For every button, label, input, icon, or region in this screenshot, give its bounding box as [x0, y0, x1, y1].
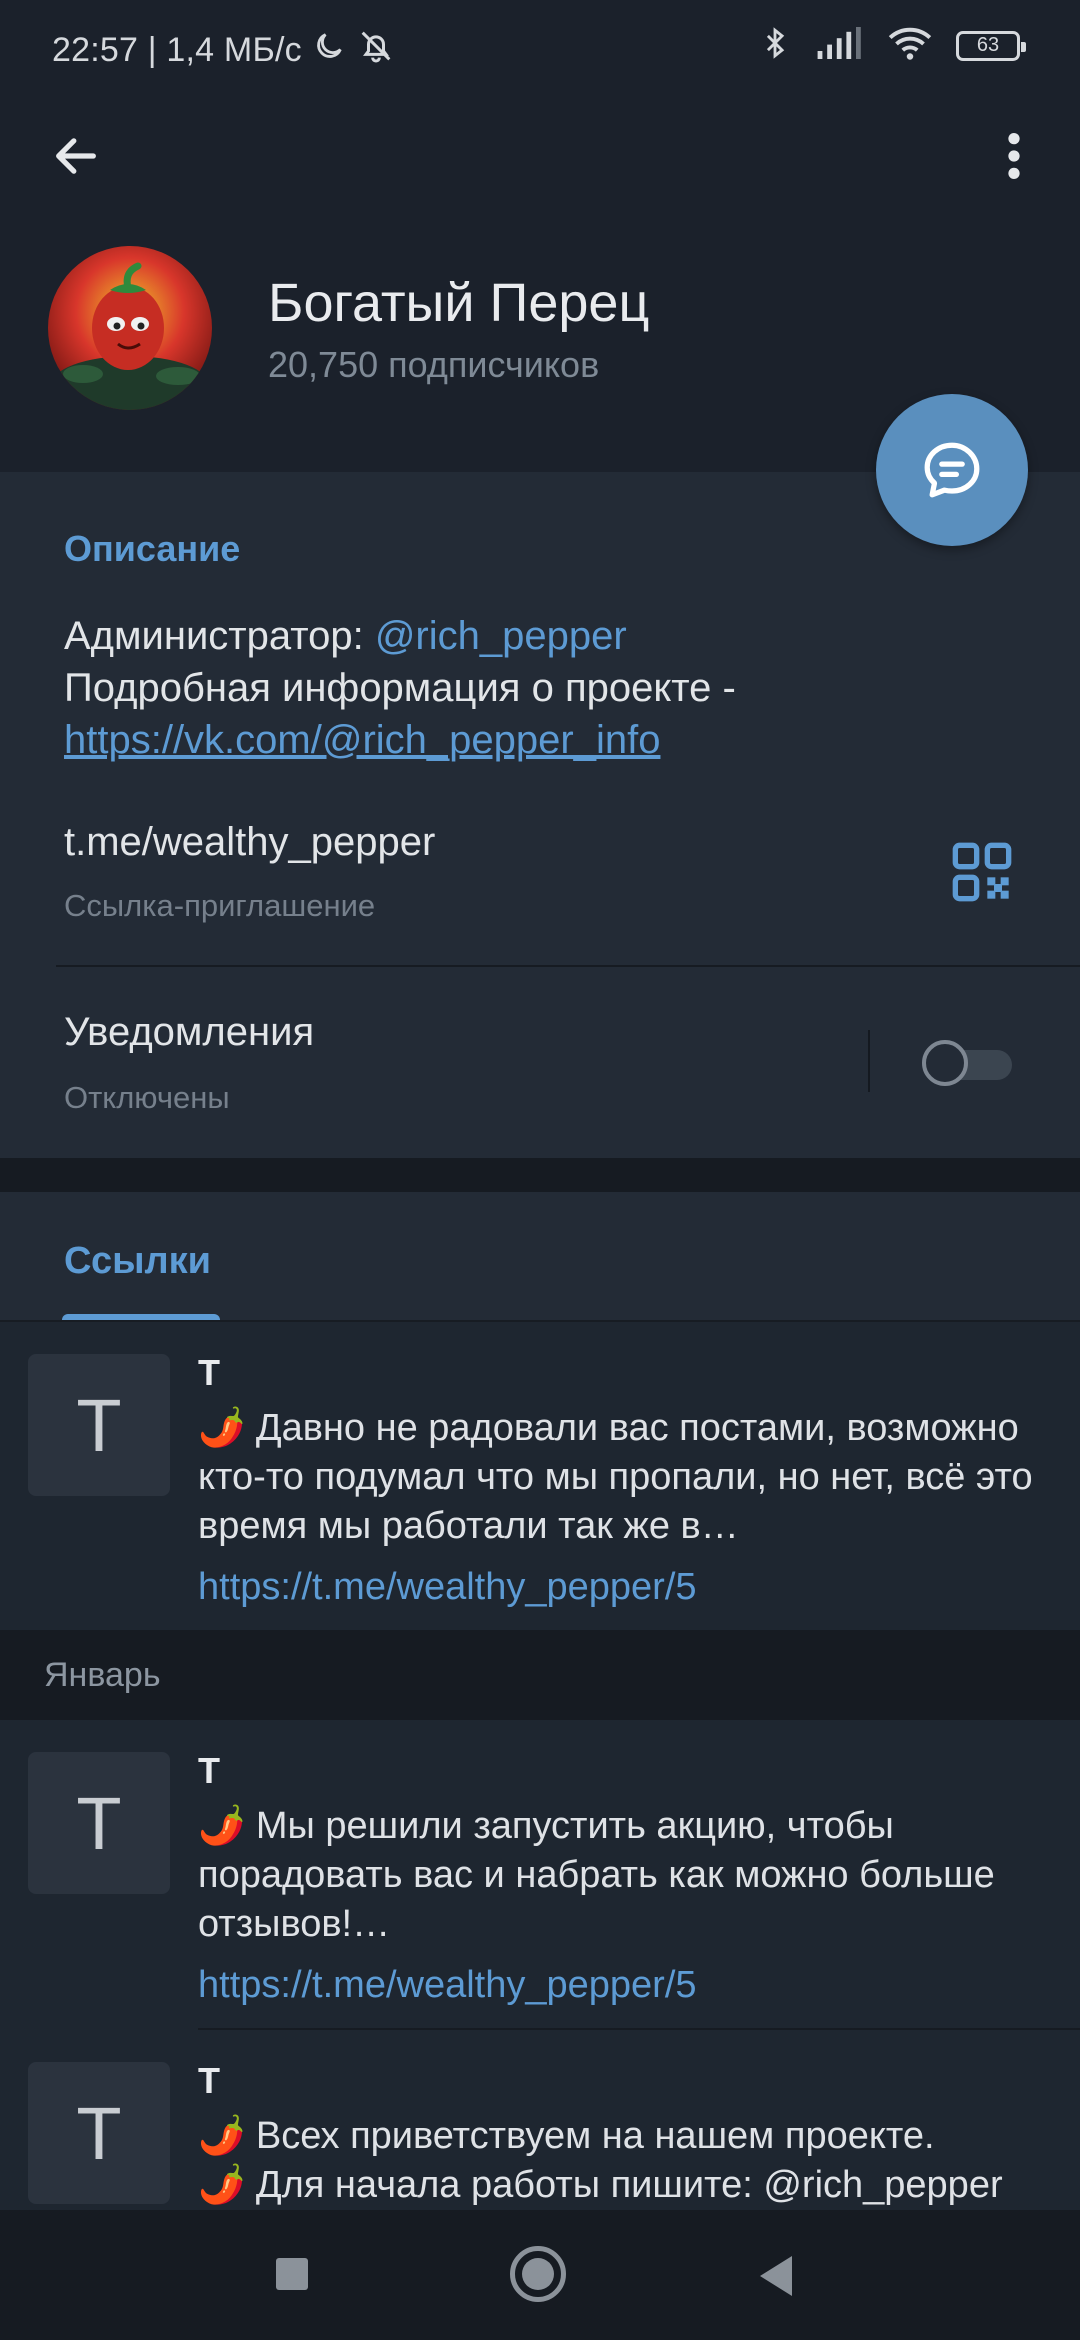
details-link[interactable]: https://vk.com/@rich_pepper_info — [64, 718, 660, 762]
message-fab-button[interactable] — [876, 394, 1028, 546]
list-item[interactable]: T T 🌶️ Давно не радовали вас постами, во… — [0, 1322, 1080, 1630]
link-thumbnail: T — [28, 2062, 170, 2204]
chat-bubble-icon — [924, 442, 980, 498]
link-title: T — [198, 1352, 220, 1393]
list-item[interactable]: T T 🌶️ Всех приветствуем на нашем проект… — [0, 2030, 1080, 2210]
home-icon — [522, 2258, 554, 2290]
month-label: Январь — [44, 1656, 161, 1694]
link-text: 🌶️ Давно не радовали вас постами, возмож… — [198, 1407, 1033, 1547]
tab-links[interactable]: Ссылки — [64, 1240, 211, 1283]
battery-level: 63 — [976, 34, 1000, 56]
back-button[interactable] — [40, 120, 112, 192]
home-button[interactable] — [510, 2246, 566, 2302]
toggle-thumb — [922, 1040, 968, 1086]
section-gap — [0, 1158, 1080, 1192]
admin-prefix: Администратор: — [64, 614, 375, 658]
qr-code-icon — [952, 842, 1012, 902]
alarm-off-icon — [356, 26, 396, 75]
bluetooth-icon — [758, 24, 792, 67]
list-item[interactable]: T T 🌶️ Мы решили запустить акцию, чтобы … — [0, 1720, 1080, 2030]
channel-avatar[interactable] — [48, 246, 212, 410]
invite-link[interactable]: t.me/wealthy_pepper — [64, 820, 435, 865]
admin-mention-link[interactable]: @rich_pepper — [375, 614, 627, 658]
vertical-separator — [868, 1030, 870, 1092]
description-text: Администратор: @rich_pepper Подробная ин… — [64, 610, 1024, 766]
invite-link-label: Ссылка-приглашение — [64, 888, 376, 923]
status-left: 22:57 | 1,4 МБ/с — [52, 26, 396, 75]
link-text: 🌶️ Мы решили запустить акцию, чтобы пора… — [198, 1805, 995, 1945]
status-right: 63 — [758, 24, 1026, 67]
status-time-speed: 22:57 | 1,4 МБ/с — [52, 31, 302, 69]
qr-code-button[interactable] — [950, 840, 1014, 904]
link-title: T — [198, 2060, 220, 2101]
notifications-label[interactable]: Уведомления — [64, 1010, 314, 1055]
system-back-button[interactable] — [760, 2256, 792, 2296]
month-header — [0, 1630, 1080, 1720]
channel-info-card — [0, 472, 1080, 1158]
description-title: Описание — [64, 528, 241, 569]
link-thumbnail: T — [28, 1752, 170, 1894]
moon-icon — [312, 29, 346, 72]
details-text: Подробная информация о проекте - — [64, 666, 736, 710]
more-options-button[interactable] — [978, 120, 1050, 192]
notifications-toggle[interactable] — [922, 1038, 1014, 1086]
link-thumbnail: T — [28, 1354, 170, 1496]
signal-icon — [816, 26, 864, 65]
info-divider — [56, 965, 1080, 967]
wifi-icon — [888, 25, 932, 66]
link-text: 🌶️ Всех приветствуем на нашем проекте. 🌶… — [198, 2115, 1003, 2206]
link-title: T — [198, 1750, 220, 1791]
subscriber-count: 20,750 подписчиков — [268, 344, 600, 385]
notifications-status: Отключены — [64, 1080, 230, 1115]
arrow-left-icon — [56, 138, 96, 174]
more-vertical-icon — [1008, 133, 1020, 179]
link-url[interactable]: https://t.me/wealthy_pepper/5 — [198, 1566, 697, 1609]
recent-apps-button[interactable] — [276, 2258, 308, 2290]
link-url[interactable]: https://t.me/wealthy_pepper/5 — [198, 1964, 697, 2007]
battery-icon: 63 — [956, 30, 1026, 61]
channel-title: Богатый Перец — [268, 273, 650, 333]
